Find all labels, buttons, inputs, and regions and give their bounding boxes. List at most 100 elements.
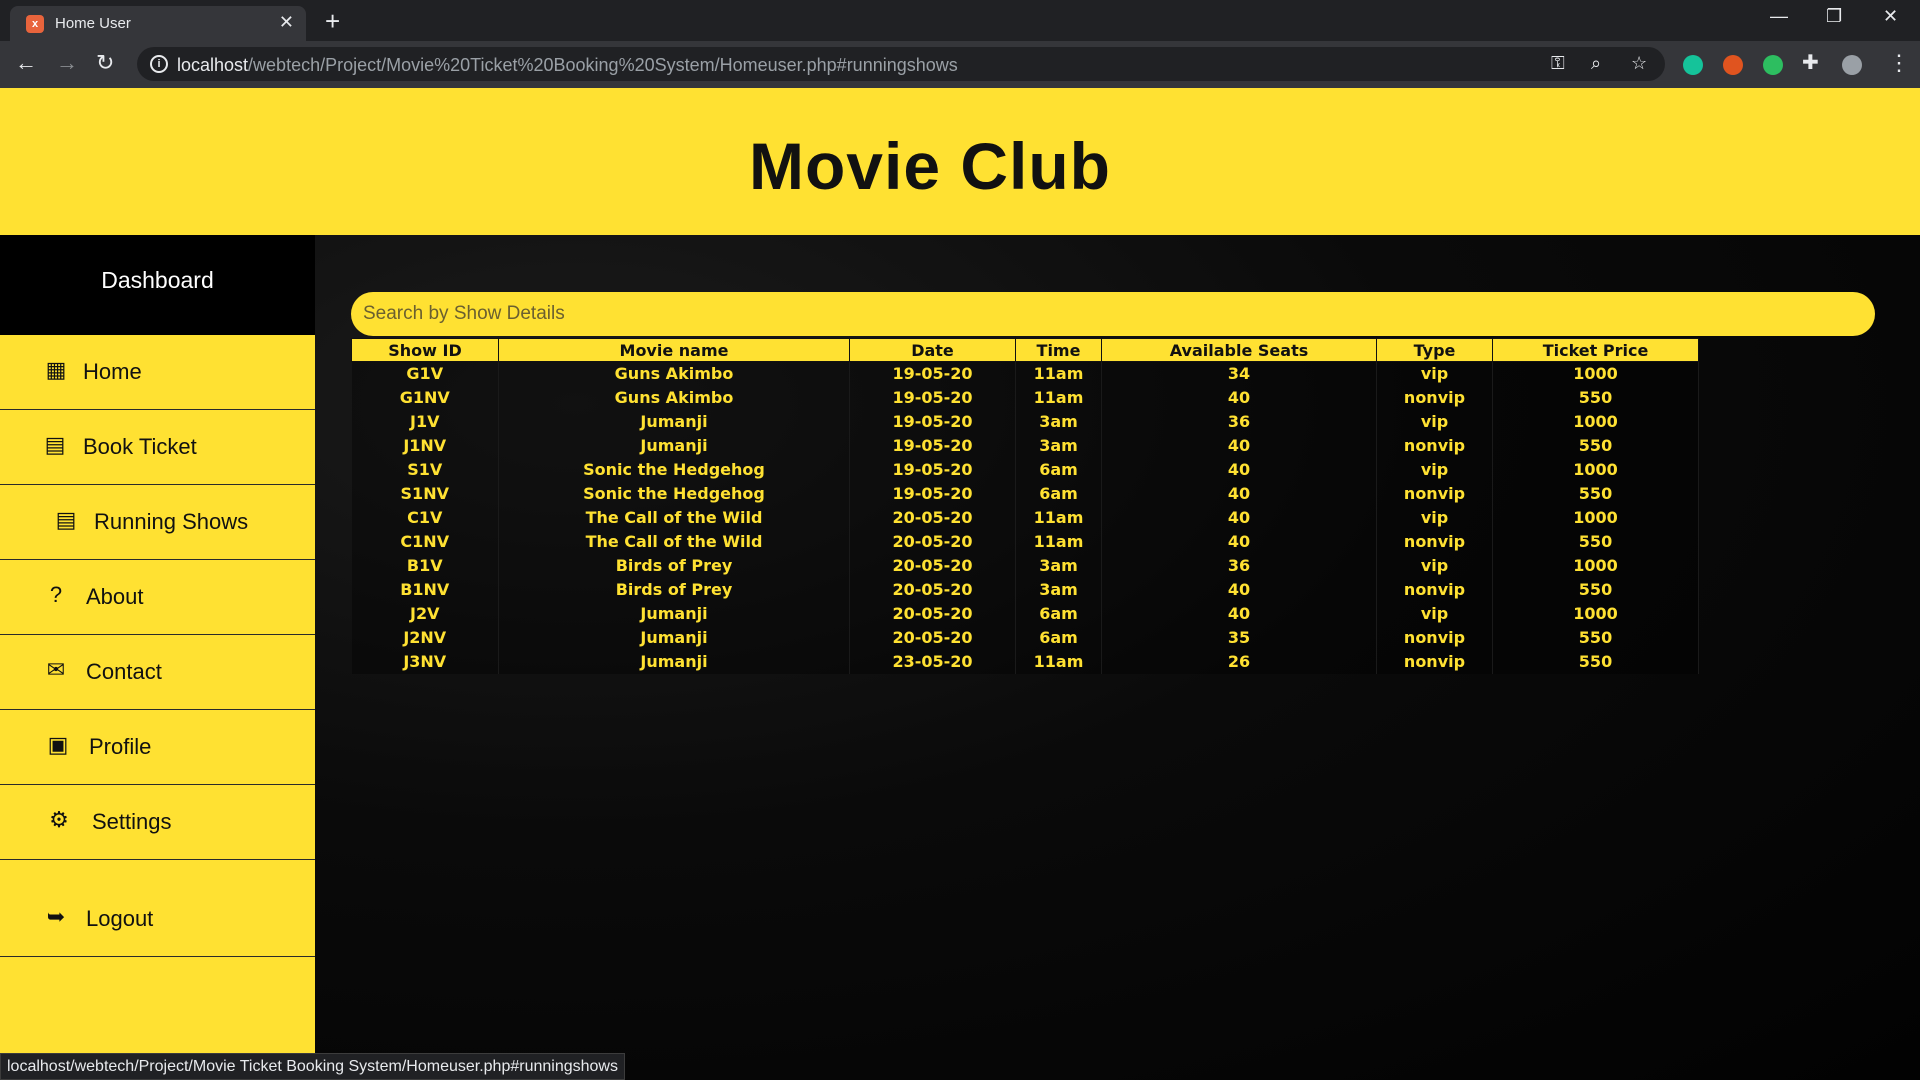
- column-header: Date: [849, 338, 1016, 362]
- running-shows-table: Show ID Movie name Date Time Available S…: [351, 338, 1699, 674]
- dashboard-header: Dashboard: [0, 235, 315, 335]
- evernote-extension-icon[interactable]: [1763, 55, 1783, 75]
- table-cell: vip: [1376, 553, 1493, 578]
- calendar-icon: ▤: [55, 507, 77, 532]
- table-row: J2NV Jumanji 20-05-20 6am 35 nonvip 550: [351, 625, 1699, 650]
- table-cell: G1V: [351, 361, 499, 386]
- minimize-icon[interactable]: —: [1770, 6, 1788, 27]
- table-header-row: Show ID Movie name Date Time Available S…: [351, 338, 1699, 362]
- table-cell: nonvip: [1376, 649, 1493, 674]
- new-tab-icon[interactable]: +: [325, 6, 340, 37]
- browser-toolbar: ← → ↻ i localhost/webtech/Project/Movie%…: [0, 41, 1920, 88]
- extensions-puzzle-icon[interactable]: ✚: [1802, 50, 1819, 75]
- site-title: Movie Club: [748, 129, 1111, 203]
- table-cell: 40: [1101, 505, 1377, 530]
- forward-icon[interactable]: →: [56, 50, 78, 76]
- table-cell: Jumanji: [498, 625, 850, 650]
- table-cell: B1V: [351, 553, 499, 578]
- table-cell: Birds of Prey: [498, 577, 850, 602]
- table-cell: Jumanji: [498, 649, 850, 674]
- table-cell: 36: [1101, 409, 1377, 434]
- table-cell: 1000: [1492, 409, 1699, 434]
- table-row: S1V Sonic the Hedgehog 19-05-20 6am 40 vip 100…: [351, 457, 1699, 482]
- web-page: Movie Club Dashboard ▦ Home ▤ Book Ticke…: [0, 88, 1920, 1080]
- table-row: C1V The Call of the Wild 20-05-20 11am 40 vip…: [351, 505, 1699, 530]
- table-cell: nonvip: [1376, 577, 1493, 602]
- table-cell: 11am: [1015, 529, 1102, 554]
- table-cell: 550: [1492, 385, 1699, 410]
- table-cell: nonvip: [1376, 385, 1493, 410]
- column-header: Time: [1015, 338, 1102, 362]
- table-cell: Jumanji: [498, 409, 850, 434]
- menu-kebab-icon[interactable]: ⋮: [1888, 50, 1910, 76]
- column-header: Movie name: [498, 338, 850, 362]
- table-cell: 20-05-20: [849, 505, 1016, 530]
- table-row: G1NV Guns Akimbo 19-05-20 11am 40 nonvip 550: [351, 385, 1699, 410]
- site-info-icon[interactable]: i: [150, 55, 168, 73]
- table-cell: S1NV: [351, 481, 499, 506]
- column-header: Available Seats: [1101, 338, 1377, 362]
- table-cell: The Call of the Wild: [498, 505, 850, 530]
- sidebar-item-book-ticket[interactable]: ▤ Book Ticket: [0, 410, 315, 485]
- table-cell: J2V: [351, 601, 499, 626]
- browser-tab[interactable]: x Home User ✕: [10, 6, 306, 41]
- table-cell: nonvip: [1376, 529, 1493, 554]
- column-header: Type: [1376, 338, 1493, 362]
- sidebar-item-logout[interactable]: ➥ Logout: [0, 860, 315, 957]
- sidebar-item-settings[interactable]: ⚙ Settings: [0, 785, 315, 860]
- table-body: G1V Guns Akimbo 19-05-20 11am 34 vip 1000 G1NV G…: [351, 361, 1699, 674]
- table-cell: The Call of the Wild: [498, 529, 850, 554]
- table-cell: Guns Akimbo: [498, 385, 850, 410]
- table-cell: 550: [1492, 433, 1699, 458]
- table-cell: J3NV: [351, 649, 499, 674]
- table-cell: 34: [1101, 361, 1377, 386]
- profile-avatar[interactable]: [1842, 55, 1862, 75]
- table-cell: vip: [1376, 457, 1493, 482]
- browser-tab-bar: x Home User ✕ + — ❐ ✕: [0, 0, 1920, 41]
- key-icon[interactable]: ⚿: [1551, 53, 1565, 74]
- close-window-icon[interactable]: ✕: [1883, 6, 1898, 27]
- address-bar[interactable]: i localhost/webtech/Project/Movie%20Tick…: [137, 47, 1665, 81]
- sidebar-item-contact[interactable]: ✉ Contact: [0, 635, 315, 710]
- dashboard-label: Dashboard: [101, 267, 214, 293]
- table-cell: vip: [1376, 505, 1493, 530]
- gears-icon: ⚙: [49, 807, 69, 832]
- back-icon[interactable]: ←: [15, 50, 37, 76]
- table-row: S1NV Sonic the Hedgehog 19-05-20 6am 40 nonvi…: [351, 481, 1699, 506]
- close-tab-icon[interactable]: ✕: [279, 12, 294, 33]
- column-header: Show ID: [351, 338, 499, 362]
- sidebar-item-profile[interactable]: ▣ Profile: [0, 710, 315, 785]
- grammarly-extension-icon[interactable]: [1683, 55, 1703, 75]
- table-cell: 23-05-20: [849, 649, 1016, 674]
- table-cell: 40: [1101, 457, 1377, 482]
- sidebar-item-home[interactable]: ▦ Home: [0, 335, 315, 410]
- bookmark-star-icon[interactable]: ☆: [1631, 53, 1647, 74]
- search-input[interactable]: [351, 292, 1875, 336]
- table-cell: Guns Akimbo: [498, 361, 850, 386]
- restore-icon[interactable]: ❐: [1826, 6, 1842, 27]
- envelope-icon: ✉: [46, 657, 66, 682]
- table-cell: 550: [1492, 529, 1699, 554]
- reload-icon[interactable]: ↻: [96, 50, 114, 76]
- table-cell: nonvip: [1376, 433, 1493, 458]
- table-cell: 550: [1492, 625, 1699, 650]
- table-cell: 40: [1101, 577, 1377, 602]
- table-row: C1NV The Call of the Wild 20-05-20 11am 40 no…: [351, 529, 1699, 554]
- table-cell: 40: [1101, 433, 1377, 458]
- status-bar-url: localhost/webtech/Project/Movie Ticket B…: [0, 1053, 625, 1080]
- calendar-icon: ▤: [44, 432, 66, 457]
- table-cell: 20-05-20: [849, 601, 1016, 626]
- sidebar-item-running-shows[interactable]: ▤ Running Shows: [0, 485, 315, 560]
- table-cell: 19-05-20: [849, 457, 1016, 482]
- table-cell: C1NV: [351, 529, 499, 554]
- table-cell: vip: [1376, 601, 1493, 626]
- extension-icon[interactable]: [1723, 55, 1743, 75]
- table-row: J2V Jumanji 20-05-20 6am 40 vip 1000: [351, 601, 1699, 626]
- table-cell: 40: [1101, 529, 1377, 554]
- table-cell: 40: [1101, 385, 1377, 410]
- table-cell: S1V: [351, 457, 499, 482]
- table-row: J1V Jumanji 19-05-20 3am 36 vip 1000: [351, 409, 1699, 434]
- table-cell: 3am: [1015, 409, 1102, 434]
- zoom-icon[interactable]: ⌕: [1591, 53, 1601, 74]
- sidebar-item-about[interactable]: ? About: [0, 560, 315, 635]
